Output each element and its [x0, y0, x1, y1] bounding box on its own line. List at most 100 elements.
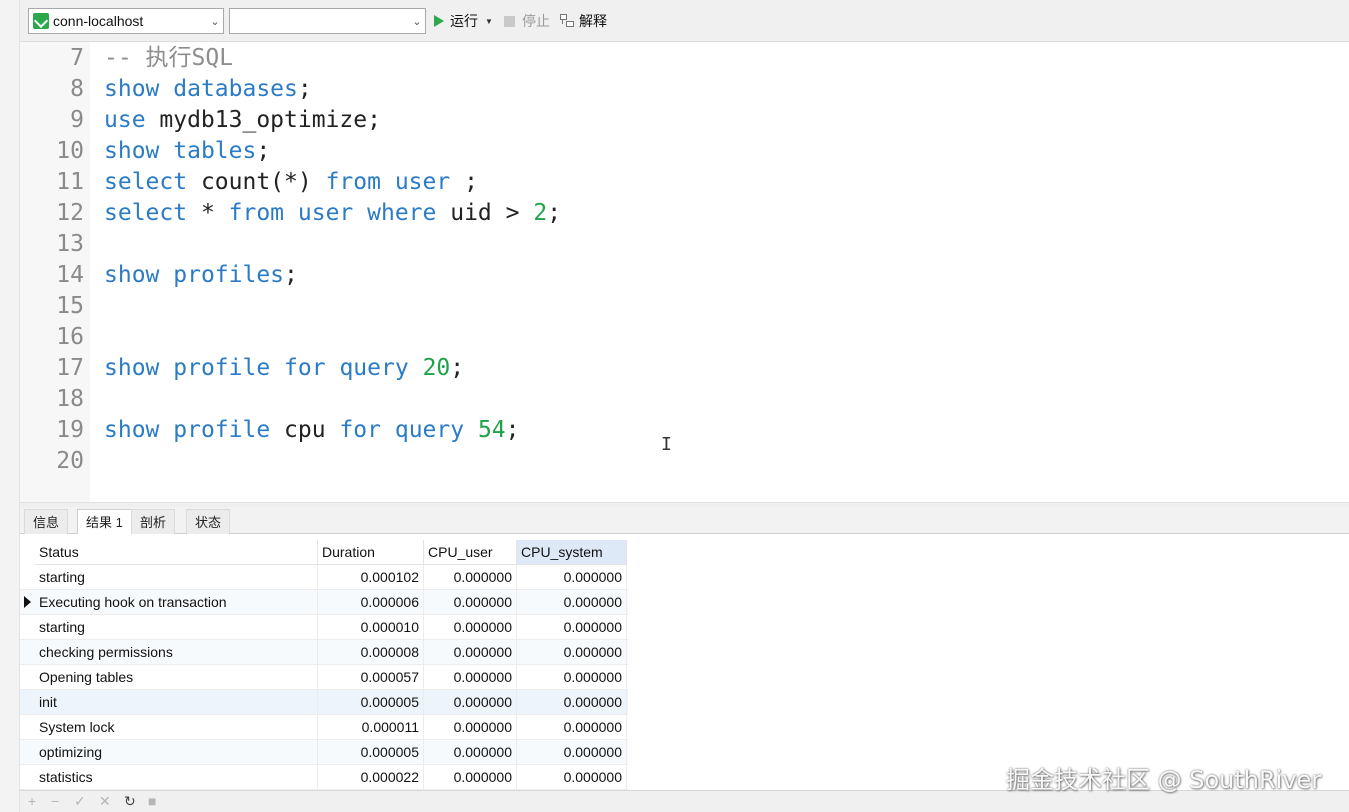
line-number: 15: [56, 293, 84, 319]
cell-cpu-system[interactable]: 0.000000: [517, 640, 627, 665]
code-token: -- 执行SQL: [104, 45, 234, 71]
cell-cpu-user[interactable]: 0.000000: [424, 740, 517, 765]
code-line[interactable]: 17 show profile for query 20;: [20, 353, 1349, 384]
code-line[interactable]: 13: [20, 229, 1349, 260]
code-line[interactable]: 15: [20, 291, 1349, 322]
cell-duration[interactable]: 0.000011: [318, 715, 424, 740]
cell-duration[interactable]: 0.000005: [318, 690, 424, 715]
query-toolbar: conn-localhost ⌄ ⌄ 运行 ▼ 停止 解释: [20, 0, 1349, 42]
table-row[interactable]: starting 0.000102 0.000000 0.000000: [20, 565, 628, 590]
cell-duration[interactable]: 0.000057: [318, 665, 424, 690]
connection-icon: [33, 13, 49, 29]
cell-duration[interactable]: 0.000005: [318, 740, 424, 765]
cell-status[interactable]: System lock: [35, 715, 318, 740]
add-record-icon[interactable]: +: [28, 793, 36, 809]
delete-record-icon[interactable]: −: [51, 793, 59, 809]
table-row[interactable]: init 0.000005 0.000000 0.000000: [20, 690, 628, 715]
code-line[interactable]: 12 select * from user where uid > 2;: [20, 198, 1349, 229]
column-header-cpu-system[interactable]: CPU_system: [517, 540, 627, 565]
line-number: 19: [56, 417, 84, 443]
cell-cpu-system[interactable]: 0.000000: [517, 565, 627, 590]
cell-status[interactable]: Executing hook on transaction: [35, 590, 318, 615]
table-row[interactable]: optimizing 0.000005 0.000000 0.000000: [20, 740, 628, 765]
table-row[interactable]: statistics 0.000022 0.000000 0.000000: [20, 765, 628, 790]
code-line[interactable]: 10 show tables;: [20, 136, 1349, 167]
explain-button-label: 解释: [579, 13, 607, 29]
code-token: profile: [173, 417, 271, 443]
cell-cpu-user[interactable]: 0.000000: [424, 565, 517, 590]
cell-cpu-system[interactable]: 0.000000: [517, 690, 627, 715]
database-select[interactable]: ⌄: [229, 8, 426, 34]
cell-status[interactable]: starting: [35, 565, 318, 590]
code-line[interactable]: 18: [20, 384, 1349, 415]
code-token: ;: [547, 200, 562, 226]
cell-status[interactable]: init: [35, 690, 318, 715]
tab-status[interactable]: 状态: [186, 509, 231, 534]
cell-duration[interactable]: 0.000102: [318, 565, 424, 590]
tab-profile[interactable]: 剖析: [131, 509, 176, 534]
code-line[interactable]: 14 show profiles;: [20, 260, 1349, 291]
cell-status[interactable]: optimizing: [35, 740, 318, 765]
cell-status[interactable]: Opening tables: [35, 665, 318, 690]
discard-changes-icon[interactable]: ✕: [99, 793, 111, 810]
table-row[interactable]: Executing hook on transaction 0.000006 0.0…: [20, 590, 628, 615]
sql-editor[interactable]: 7 -- 执行SQL 8 show databases; 9 use mydb13_opt…: [20, 42, 1349, 502]
connection-select[interactable]: conn-localhost ⌄: [28, 8, 224, 34]
cell-duration[interactable]: 0.000022: [318, 765, 424, 790]
code-token: profile: [173, 355, 271, 381]
cell-cpu-user[interactable]: 0.000000: [424, 690, 517, 715]
cell-cpu-user[interactable]: 0.000000: [424, 715, 517, 740]
code-line[interactable]: 20: [20, 446, 1349, 477]
apply-changes-icon[interactable]: ✓: [74, 793, 86, 810]
cell-cpu-user[interactable]: 0.000000: [424, 615, 517, 640]
table-row[interactable]: starting 0.000010 0.000000 0.000000: [20, 615, 628, 640]
cell-cpu-system[interactable]: 0.000000: [517, 615, 627, 640]
refresh-icon[interactable]: ↻: [124, 793, 136, 810]
cell-cpu-user[interactable]: 0.000000: [424, 590, 517, 615]
table-row[interactable]: checking permissions 0.000008 0.000000 0.00…: [20, 640, 628, 665]
table-row[interactable]: System lock 0.000011 0.000000 0.000000: [20, 715, 628, 740]
code-token: from: [228, 200, 285, 226]
code-line[interactable]: 19 show profile cpu for query 54;: [20, 415, 1349, 446]
column-header-cpu-user[interactable]: CPU_user: [424, 540, 517, 565]
cell-status[interactable]: statistics: [35, 765, 318, 790]
code-line[interactable]: 16: [20, 322, 1349, 353]
run-button[interactable]: 运行 ▼: [434, 10, 493, 32]
cell-cpu-system[interactable]: 0.000000: [517, 740, 627, 765]
cell-duration[interactable]: 0.000008: [318, 640, 424, 665]
cell-cpu-user[interactable]: 0.000000: [424, 665, 517, 690]
code-token: mydb13_optimize;: [145, 107, 381, 133]
cell-cpu-system[interactable]: 0.000000: [517, 715, 627, 740]
result-grid[interactable]: Status Duration CPU_user CPU_system star…: [20, 534, 1349, 790]
stop-button[interactable]: 停止: [504, 10, 550, 32]
code-line[interactable]: 8 show databases;: [20, 74, 1349, 105]
code-line[interactable]: 9 use mydb13_optimize;: [20, 105, 1349, 136]
explain-icon: [560, 14, 575, 28]
explain-button[interactable]: 解释: [560, 10, 607, 32]
column-header-status[interactable]: Status: [35, 540, 318, 565]
code-token: 54: [477, 417, 506, 443]
tab-info[interactable]: 信息: [24, 509, 69, 534]
code-line[interactable]: 7 -- 执行SQL: [20, 43, 1349, 74]
code-line[interactable]: 11 select count(*) from user ;: [20, 167, 1349, 198]
stop-loading-icon[interactable]: ■: [148, 793, 156, 809]
cell-status[interactable]: checking permissions: [35, 640, 318, 665]
run-dropdown-caret-icon[interactable]: ▼: [485, 17, 493, 26]
line-number: 13: [56, 231, 84, 257]
cell-duration[interactable]: 0.000006: [318, 590, 424, 615]
cell-cpu-system[interactable]: 0.000000: [517, 765, 627, 790]
cell-status[interactable]: starting: [35, 615, 318, 640]
tab-result-1[interactable]: 结果 1: [77, 509, 132, 535]
cell-cpu-system[interactable]: 0.000000: [517, 590, 627, 615]
cell-cpu-user[interactable]: 0.000000: [424, 640, 517, 665]
cell-cpu-user[interactable]: 0.000000: [424, 765, 517, 790]
cell-duration[interactable]: 0.000010: [318, 615, 424, 640]
cell-cpu-system[interactable]: 0.000000: [517, 665, 627, 690]
table-row[interactable]: Opening tables 0.000057 0.000000 0.000000: [20, 665, 628, 690]
column-header-duration[interactable]: Duration: [318, 540, 424, 565]
